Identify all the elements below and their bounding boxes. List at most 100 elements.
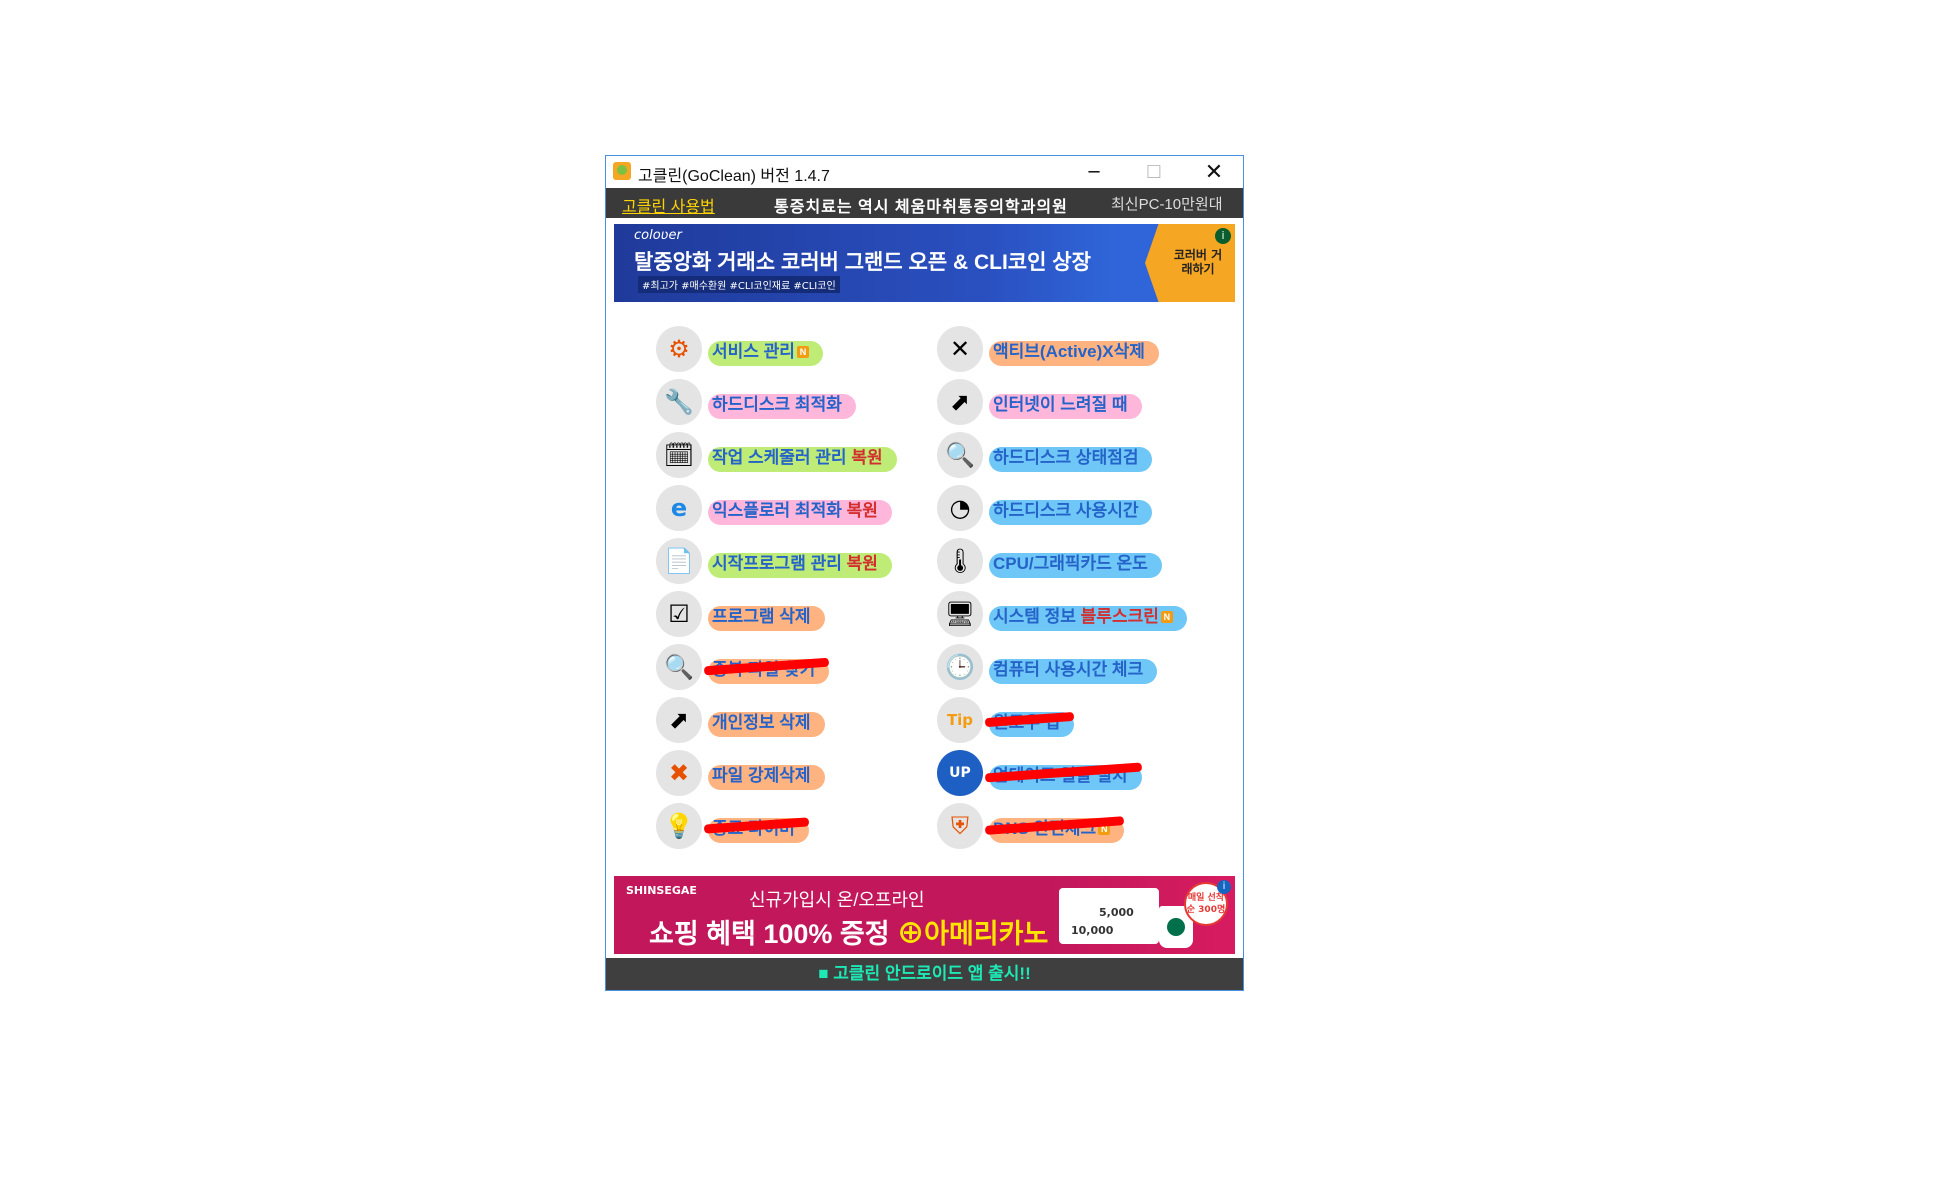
title-bar[interactable]: 고클린(GoClean) 버전 1.4.7 ─ ☐ ✕ bbox=[606, 156, 1243, 188]
gear-icon: ⚙ bbox=[656, 326, 702, 372]
update-icon: UP bbox=[937, 750, 983, 796]
menu-item-label: 프로그램 삭제 bbox=[708, 600, 825, 631]
banner-cta-label: 코러버 거래하기 bbox=[1173, 248, 1223, 276]
menu-item[interactable]: Tip윈도우 팁 bbox=[937, 697, 1075, 743]
restore-link[interactable]: 복원 bbox=[847, 554, 878, 573]
restore-link[interactable]: 복원 bbox=[847, 501, 878, 520]
document-icon: 📄 bbox=[656, 538, 702, 584]
banner-line-2: 쇼핑 혜택 100% 증정 ⊕아메리카노 bbox=[649, 912, 1048, 951]
maximize-button[interactable]: ☐ bbox=[1124, 156, 1184, 188]
menu-item-label: 종료 타이머 bbox=[703, 812, 810, 843]
disk-search-icon: 🔍 bbox=[937, 432, 983, 478]
banner-headline: 탈중앙화 거래소 코러버 그랜드 오픈 & CLI코인 상장 bbox=[634, 251, 1091, 274]
monitor-icon: 🖥 bbox=[937, 591, 983, 637]
menu-item-label: 작업 스케줄러 관리 복원 bbox=[708, 441, 897, 472]
tools-icon: 🔧 bbox=[656, 379, 702, 425]
menu-item-label: 시작프로그램 관리 복원 bbox=[708, 547, 892, 578]
menu-item[interactable]: ⬈ 인터넷이 느려질 때 bbox=[937, 379, 1142, 425]
footer-notice[interactable]: ■ 고클린 안드로이드 앱 출시!! bbox=[606, 958, 1243, 990]
menu-item[interactable]: ⛨DNS 안전체크N bbox=[937, 803, 1125, 849]
menu-item-text: 개인정보 삭제 bbox=[712, 712, 811, 732]
menu-item[interactable]: 🖥 시스템 정보 블루스크린 N bbox=[937, 591, 1187, 637]
menu-item-label: CPU/그래픽카드 온도 bbox=[989, 547, 1162, 578]
menu-item-text: 하드디스크 상태점검 bbox=[993, 447, 1139, 467]
top-ad-banner[interactable]: coloʋer 탈중앙화 거래소 코러버 그랜드 오픈 & CLI코인 상장 #… bbox=[614, 224, 1235, 302]
thermometer-icon: 🌡 bbox=[937, 538, 983, 584]
shield-icon: ⛨ bbox=[937, 803, 983, 849]
menu-item[interactable]: 📄 시작프로그램 관리 복원 bbox=[656, 538, 892, 584]
menu-item[interactable]: 🔧 하드디스크 최적화 bbox=[656, 379, 856, 425]
coupon-image: 5,000 10,000 bbox=[1059, 888, 1159, 944]
menu-item[interactable]: ◔ 하드디스크 사용시간 bbox=[937, 485, 1153, 531]
privacy-icon: ⬈ bbox=[656, 697, 702, 743]
banner-brand: SHINSEGAE bbox=[626, 884, 697, 897]
menu-item[interactable]: e 익스플로러 최적화 복원 bbox=[656, 485, 892, 531]
menu-item-label: 파일 강제삭제 bbox=[708, 759, 825, 790]
menu-item[interactable]: ✖ 파일 강제삭제 bbox=[656, 750, 825, 796]
restore-link[interactable]: 블루스크린 bbox=[1081, 607, 1159, 626]
menu-item-text: 작업 스케줄러 관리 bbox=[712, 447, 847, 467]
new-badge: N bbox=[1160, 611, 1173, 624]
menu-item[interactable]: 🌡 CPU/그래픽카드 온도 bbox=[937, 538, 1162, 584]
window-title: 고클린(GoClean) 버전 1.4.7 bbox=[638, 168, 830, 185]
feature-grid: ⚙ 서비스 관리 N 🔧 하드디스크 최적화 🗓 작업 스케줄러 관리 복원 e 익스플로러 최… bbox=[656, 326, 1216, 886]
menu-item[interactable]: UP업데이트 일괄 설치 bbox=[937, 750, 1142, 796]
menu-item-label: 중복 파일 찾기 bbox=[703, 653, 830, 684]
menu-item-label: DNS 안전체크N bbox=[984, 812, 1125, 843]
menu-item-label: 서비스 관리 N bbox=[708, 335, 823, 366]
menu-item[interactable]: 🔍 하드디스크 상태점검 bbox=[937, 432, 1153, 478]
menu-item-text: 인터넷이 느려질 때 bbox=[993, 394, 1128, 414]
menu-item-label: 개인정보 삭제 bbox=[708, 706, 825, 737]
menu-item-label: 인터넷이 느려질 때 bbox=[989, 388, 1142, 419]
menu-item[interactable]: 🕒 컴퓨터 사용시간 체크 bbox=[937, 644, 1158, 690]
bottom-ad-banner[interactable]: SHINSEGAE 신규가입시 온/오프라인 쇼핑 혜택 100% 증정 ⊕아메… bbox=[614, 876, 1235, 954]
menu-item-label: 시스템 정보 블루스크린 N bbox=[989, 600, 1187, 631]
menu-item-label: 익스플로러 최적화 복원 bbox=[708, 494, 892, 525]
banner-line-2a: 쇼핑 혜택 100% 증정 bbox=[649, 919, 890, 949]
menu-item-text: 하드디스크 최적화 bbox=[712, 394, 842, 414]
scheduler-icon: 🗓 bbox=[656, 432, 702, 478]
internet-arrow-icon: ⬈ bbox=[937, 379, 983, 425]
tip-icon: Tip bbox=[937, 697, 983, 743]
menu-item-label: 윈도우 팁 bbox=[984, 706, 1075, 737]
ie-icon: e bbox=[656, 485, 702, 531]
menu-item[interactable]: ✕ 액티브(Active)X삭제 bbox=[937, 326, 1159, 372]
activex-icon: ✕ bbox=[937, 326, 983, 372]
menu-item[interactable]: ⬈ 개인정보 삭제 bbox=[656, 697, 825, 743]
top-menu-bar: 고클린 사용법 통증치료는 역시 체움마취통증의학과의원 최신PC-10만원대 bbox=[606, 188, 1243, 218]
disk-clock-icon: ◔ bbox=[937, 485, 983, 531]
menu-item-label: 업데이트 일괄 설치 bbox=[984, 759, 1142, 790]
clock-icon: 🕒 bbox=[937, 644, 983, 690]
ad-info-icon[interactable]: i bbox=[1217, 880, 1231, 894]
menu-item-text: 파일 강제삭제 bbox=[712, 765, 811, 785]
ad-info-icon[interactable]: i bbox=[1215, 228, 1231, 244]
banner-brand: coloʋer bbox=[634, 228, 682, 243]
delete-x-icon: ✖ bbox=[656, 750, 702, 796]
usage-guide-link[interactable]: 고클린 사용법 bbox=[622, 193, 715, 217]
menu-item-text: 프로그램 삭제 bbox=[712, 606, 811, 626]
menu-item[interactable]: 🗓 작업 스케줄러 관리 복원 bbox=[656, 432, 897, 478]
menu-item-label: 하드디스크 사용시간 bbox=[989, 494, 1153, 525]
menu-item-text: 시스템 정보 bbox=[993, 606, 1076, 626]
close-button[interactable]: ✕ bbox=[1184, 156, 1244, 188]
banner-line-2b: ⊕아메리카노 bbox=[897, 919, 1049, 949]
menu-item-text: 컴퓨터 사용시간 체크 bbox=[993, 659, 1144, 679]
minimize-button[interactable]: ─ bbox=[1064, 156, 1124, 188]
menu-item[interactable]: 💡종료 타이머 bbox=[656, 803, 810, 849]
menu-item[interactable]: 🔍중복 파일 찾기 bbox=[656, 644, 830, 690]
coupon-value-b: 10,000 bbox=[1071, 924, 1114, 937]
text-ad-link[interactable]: 통증치료는 역시 체움마취통증의학과의원 bbox=[774, 193, 1068, 217]
menu-item-text: 하드디스크 사용시간 bbox=[993, 500, 1139, 520]
menu-item-text: CPU/그래픽카드 온도 bbox=[993, 553, 1148, 573]
magnifier-icon: 🔍 bbox=[656, 644, 702, 690]
menu-item-label: 하드디스크 최적화 bbox=[708, 388, 856, 419]
coupon-value-a: 5,000 bbox=[1099, 906, 1134, 919]
menu-item-text: 액티브(Active)X삭제 bbox=[993, 341, 1145, 361]
menu-item[interactable]: ⚙ 서비스 관리 N bbox=[656, 326, 823, 372]
menu-item[interactable]: ☑ 프로그램 삭제 bbox=[656, 591, 825, 637]
restore-link[interactable]: 복원 bbox=[851, 448, 882, 467]
goclean-app-icon bbox=[613, 162, 631, 180]
sleep-bulb-icon: 💡 bbox=[656, 803, 702, 849]
checklist-icon: ☑ bbox=[656, 591, 702, 637]
text-ad-link-2[interactable]: 최신PC-10만원대 bbox=[1111, 193, 1223, 214]
